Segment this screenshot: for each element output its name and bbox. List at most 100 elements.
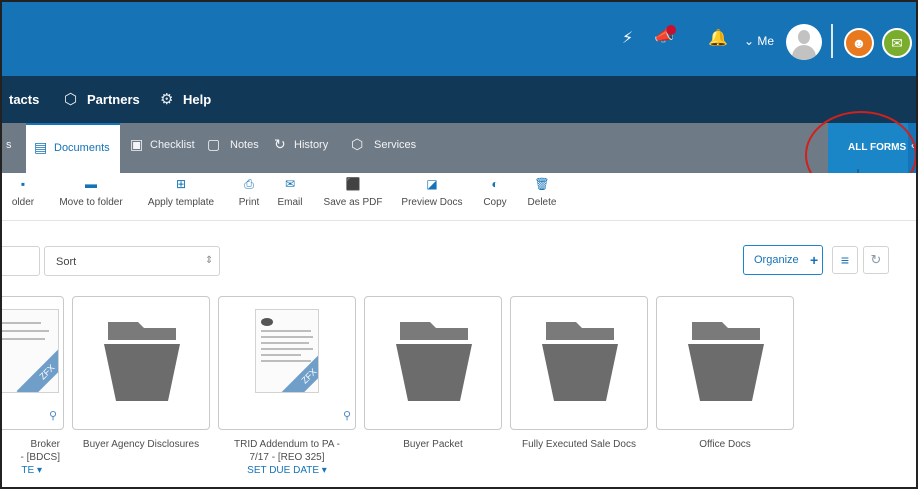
text-line bbox=[261, 336, 313, 338]
folder-card[interactable] bbox=[510, 296, 648, 430]
document-thumbnail: ZFX bbox=[255, 309, 319, 393]
apply-template-button[interactable]: ⊞ Apply template bbox=[142, 177, 220, 208]
nav-item-contacts[interactable]: tacts bbox=[9, 92, 39, 107]
folder-name-office-docs[interactable]: Office Docs bbox=[656, 438, 794, 451]
folder-icon bbox=[542, 322, 618, 401]
tab-checklist[interactable]: Checklist bbox=[150, 139, 195, 151]
new-folder-button[interactable]: ▪ older bbox=[6, 177, 40, 208]
partners-icon[interactable]: ⬡ bbox=[64, 90, 77, 108]
main-nav: tacts ⬡ Partners ⚙ Help bbox=[2, 76, 916, 123]
folder-icon: ▬ bbox=[85, 177, 97, 191]
help-icon[interactable]: ⚙ bbox=[160, 90, 173, 108]
tab-documents-label: Documents bbox=[54, 142, 110, 154]
email-icon: ✉ bbox=[284, 177, 296, 191]
tab-documents[interactable]: ▤ Documents bbox=[26, 123, 120, 173]
notification-badge bbox=[666, 25, 676, 35]
notes-icon: ▢ bbox=[207, 136, 221, 152]
delete-button[interactable]: 🗑 Delete bbox=[524, 177, 560, 208]
print-icon: ⎙ bbox=[244, 177, 254, 191]
seal-icon bbox=[261, 318, 273, 326]
tab-services[interactable]: Services bbox=[374, 139, 416, 151]
zipform-ribbon: ZFX bbox=[16, 341, 58, 392]
top-bar: ⚡ 📣 🔔 ⌄ Me ☻ ✉ bbox=[2, 2, 916, 76]
services-icon: ⬡ bbox=[351, 136, 364, 152]
text-line bbox=[2, 338, 45, 340]
copy-label: Copy bbox=[483, 197, 507, 208]
avatar[interactable] bbox=[786, 24, 822, 60]
avatar-body bbox=[792, 45, 816, 60]
lightning-icon[interactable]: ⚡ bbox=[622, 30, 633, 48]
delete-label: Delete bbox=[527, 197, 557, 208]
trash-icon: 🗑 bbox=[534, 177, 550, 191]
me-menu[interactable]: ⌄ Me bbox=[744, 32, 774, 50]
document-name-broker[interactable]: Broker - [BDCS] bbox=[2, 438, 60, 464]
chat-icon[interactable]: ✉ bbox=[882, 28, 912, 58]
nav-item-help[interactable]: Help bbox=[183, 92, 211, 107]
folder-icon bbox=[688, 322, 764, 401]
folder-icon bbox=[104, 322, 180, 401]
copy-button[interactable]: ◐ Copy bbox=[480, 177, 510, 208]
organize-label: Organize bbox=[754, 254, 799, 266]
document-toolbar: ▪ older ▬ Move to folder ⊞ Apply templat… bbox=[2, 173, 916, 221]
me-label[interactable]: Me bbox=[757, 34, 774, 48]
document-name-trid-addendum[interactable]: TRID Addendum to PA - 7/17 - [REO 325] bbox=[218, 438, 356, 464]
checklist-icon: ▣ bbox=[130, 136, 144, 152]
folder-name-fully-executed-sale-docs[interactable]: Fully Executed Sale Docs bbox=[510, 438, 648, 451]
tab-history[interactable]: History bbox=[294, 139, 328, 151]
print-button[interactable]: ⎙ Print bbox=[234, 177, 264, 208]
people-icon[interactable]: ☻ bbox=[844, 28, 874, 58]
history-icon: ↻ bbox=[274, 136, 286, 152]
document-card[interactable]: ZFX ⚲ bbox=[2, 296, 64, 430]
folder-name-buyer-agency-disclosures[interactable]: Buyer Agency Disclosures bbox=[72, 438, 210, 451]
chevron-updown-icon: ⇕ bbox=[205, 255, 214, 266]
document-card[interactable]: ZFX ⚲ bbox=[218, 296, 356, 430]
tab-partial[interactable]: s bbox=[6, 139, 12, 151]
set-due-date-link[interactable]: SET DUE DATE ▾ bbox=[218, 465, 356, 476]
email-label: Email bbox=[277, 197, 303, 208]
preview-docs-button[interactable]: ◪ Preview Docs bbox=[398, 177, 466, 208]
folder-card[interactable] bbox=[656, 296, 794, 430]
search-input[interactable] bbox=[2, 246, 40, 276]
text-line bbox=[261, 348, 313, 350]
folder-icon bbox=[396, 322, 472, 401]
text-line bbox=[2, 330, 49, 332]
zipform-ribbon: ZFX bbox=[278, 345, 318, 392]
save-as-pdf-label: Save as PDF bbox=[323, 197, 383, 208]
pdf-icon: ⬛ bbox=[345, 177, 361, 191]
list-view-button[interactable]: ≡ bbox=[832, 246, 858, 274]
text-line bbox=[261, 330, 311, 332]
save-as-pdf-button[interactable]: ⬛ Save as PDF bbox=[322, 177, 384, 208]
nav-item-partners[interactable]: Partners bbox=[87, 92, 140, 107]
text-line bbox=[261, 360, 311, 362]
refresh-button[interactable]: ↻ bbox=[863, 246, 889, 274]
paperclip-icon: ⚲ bbox=[343, 410, 352, 422]
copy-icon: ◐ bbox=[491, 177, 499, 191]
move-to-folder-button[interactable]: ▬ Move to folder bbox=[54, 177, 128, 208]
sort-select[interactable]: Sort ⇕ bbox=[44, 246, 220, 276]
folder-name-buyer-packet[interactable]: Buyer Packet bbox=[364, 438, 502, 451]
new-folder-icon: ▪ bbox=[20, 177, 26, 191]
sort-label: Sort bbox=[56, 256, 77, 268]
refresh-icon: ↻ bbox=[870, 252, 882, 267]
text-line bbox=[2, 322, 41, 324]
folder-card[interactable] bbox=[72, 296, 210, 430]
folder-card[interactable] bbox=[364, 296, 502, 430]
avatar-head bbox=[798, 30, 810, 44]
email-button[interactable]: ✉ Email bbox=[274, 177, 306, 208]
document-thumbnail: ZFX bbox=[2, 309, 59, 393]
bell-icon[interactable]: 🔔 bbox=[708, 30, 728, 48]
divider bbox=[831, 24, 833, 58]
set-due-date-link[interactable]: TE ▾ bbox=[2, 465, 42, 476]
text-line bbox=[261, 354, 301, 356]
organize-button[interactable]: Organize + bbox=[743, 245, 823, 275]
app-window: ⚡ 📣 🔔 ⌄ Me ☻ ✉ tacts ⬡ Partners ⚙ Help s… bbox=[0, 0, 918, 489]
tab-bar: s ▤ Documents ▣ Checklist ▢ Notes ↻ Hist… bbox=[2, 123, 916, 173]
list-icon: ≡ bbox=[840, 252, 850, 268]
preview-icon: ◪ bbox=[426, 177, 438, 191]
apply-template-label: Apply template bbox=[147, 197, 215, 208]
paperclip-icon: ⚲ bbox=[49, 410, 58, 422]
text-line bbox=[261, 342, 309, 344]
megaphone-icon[interactable]: 📣 bbox=[654, 25, 676, 46]
preview-docs-label: Preview Docs bbox=[401, 197, 463, 208]
tab-notes[interactable]: Notes bbox=[230, 139, 259, 151]
